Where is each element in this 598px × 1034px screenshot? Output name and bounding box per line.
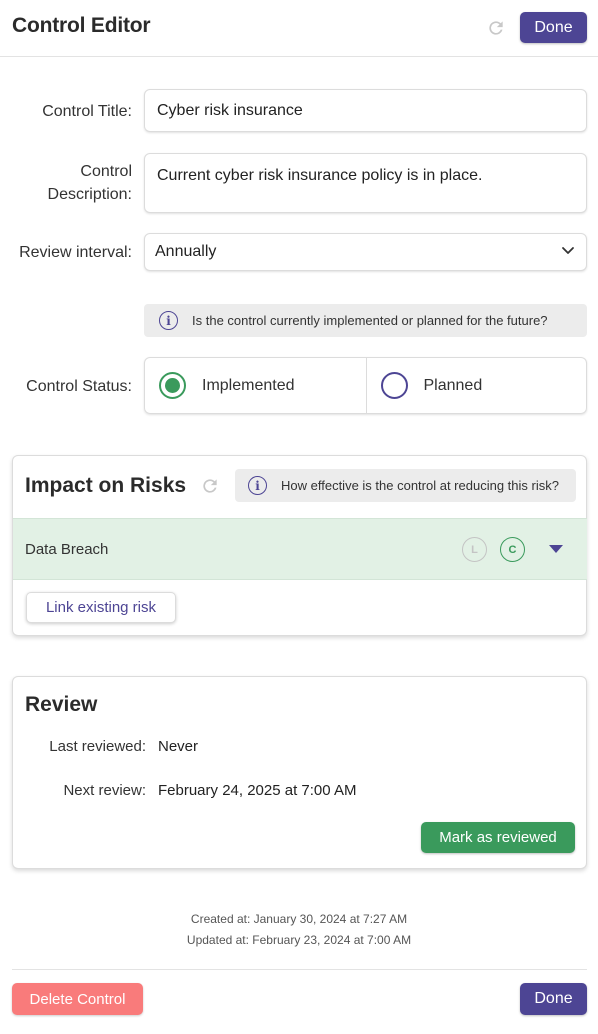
review-card: Review Last reviewed: Never Next review:… xyxy=(12,676,587,869)
footer-divider xyxy=(12,969,587,970)
chevron-down-icon xyxy=(560,242,576,263)
impact-on-risks-card: Impact on Risks i How effective is the c… xyxy=(12,455,587,636)
radio-unselected-icon xyxy=(380,372,408,399)
status-hint-text: Is the control currently implemented or … xyxy=(192,313,548,328)
status-option-planned[interactable]: Planned xyxy=(365,358,587,413)
mark-as-reviewed-button[interactable]: Mark as reviewed xyxy=(421,822,575,853)
done-button-top[interactable]: Done xyxy=(520,12,587,43)
created-at-text: Created at: January 30, 2024 at 7:27 AM xyxy=(190,912,408,926)
consequence-badge: C xyxy=(500,537,525,562)
control-title-label: Control Title: xyxy=(42,103,132,120)
control-description-input[interactable]: Current cyber risk insurance policy is i… xyxy=(144,153,587,213)
status-option-label: Planned xyxy=(423,376,483,394)
impact-title: Impact on Risks xyxy=(25,474,187,497)
caret-down-icon[interactable] xyxy=(549,545,563,553)
review-interval-select[interactable]: Annually xyxy=(144,233,587,271)
control-title-value: Cyber risk insurance xyxy=(157,102,303,119)
likelihood-badge: L xyxy=(462,537,487,562)
link-existing-risk-button[interactable]: Link existing risk xyxy=(26,592,176,623)
info-icon: i xyxy=(248,476,267,495)
review-title: Review xyxy=(25,693,98,716)
next-review-label: Next review: xyxy=(63,782,146,799)
info-icon: i xyxy=(159,311,178,330)
refresh-icon[interactable] xyxy=(484,16,508,40)
editor-header: Control Editor Done xyxy=(0,0,598,57)
updated-at-text: Updated at: February 23, 2024 at 7:00 AM xyxy=(186,933,412,947)
risk-name: Data Breach xyxy=(25,541,109,558)
risk-row-data-breach[interactable]: Data Breach L C xyxy=(13,518,587,580)
done-button-bottom[interactable]: Done xyxy=(520,983,587,1015)
control-title-input[interactable]: Cyber risk insurance xyxy=(144,89,587,132)
delete-control-button[interactable]: Delete Control xyxy=(12,983,143,1015)
refresh-icon[interactable] xyxy=(200,476,222,498)
review-interval-label: Review interval: xyxy=(19,244,132,261)
page-title: Control Editor xyxy=(12,14,151,37)
control-description-label: Control Description: xyxy=(47,163,132,203)
control-status-label: Control Status: xyxy=(26,378,132,395)
next-review-value: February 24, 2025 at 7:00 AM xyxy=(158,782,357,799)
last-reviewed-label: Last reviewed: xyxy=(49,738,146,755)
status-option-label: Implemented xyxy=(202,376,295,394)
control-description-value: Current cyber risk insurance policy is i… xyxy=(157,167,483,184)
impact-hint-banner: i How effective is the control at reduci… xyxy=(235,469,576,502)
review-interval-value: Annually xyxy=(155,243,217,260)
last-reviewed-value: Never xyxy=(158,738,199,755)
status-option-implemented[interactable]: Implemented xyxy=(145,358,366,413)
impact-hint-text: How effective is the control at reducing… xyxy=(281,478,559,493)
status-hint-banner: i Is the control currently implemented o… xyxy=(144,304,587,337)
radio-selected-icon xyxy=(159,372,186,399)
control-status-group: Implemented Planned xyxy=(144,357,587,414)
